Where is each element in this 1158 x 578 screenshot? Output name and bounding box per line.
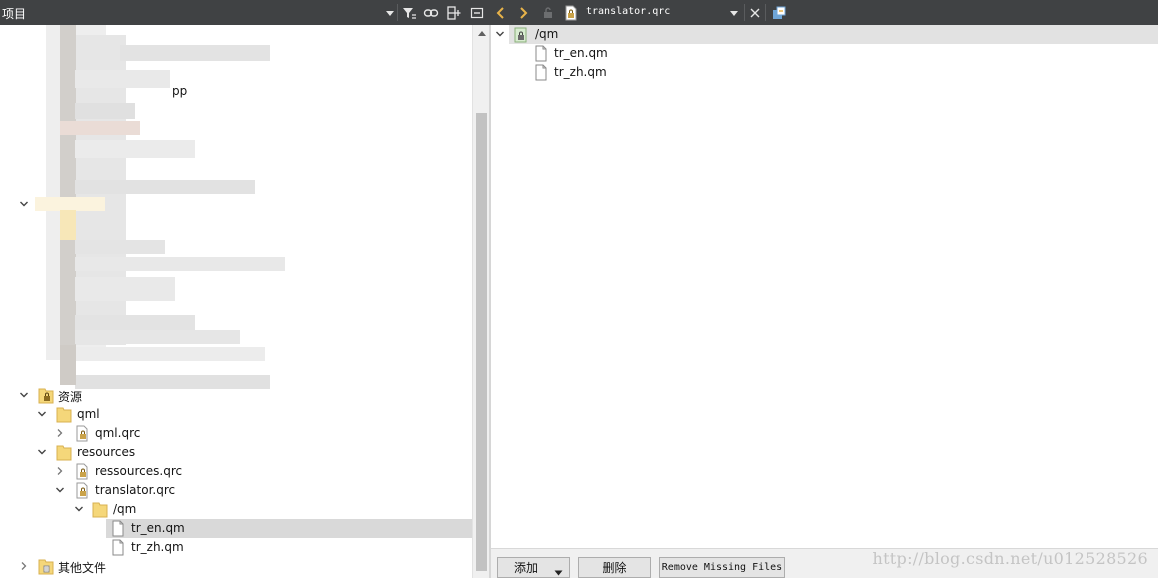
qrc-file-icon: [74, 425, 90, 442]
panel-title: 项目: [2, 7, 27, 21]
toolbar-separator: [744, 4, 745, 21]
qrc-file-icon: [562, 4, 579, 21]
editor-prefix-label: /qm: [535, 27, 559, 41]
scroll-up-arrow-icon[interactable]: [478, 31, 486, 36]
qrc-file-icon: [74, 482, 90, 499]
link-icon[interactable]: [422, 4, 439, 21]
tree-item-other-files[interactable]: 其他文件: [0, 557, 472, 576]
project-tree[interactable]: pp 资源 qml qml.qrc resources ressources.q…: [0, 25, 472, 578]
tree-item-qml-folder[interactable]: qml: [0, 405, 472, 424]
toolbar-separator: [397, 4, 398, 21]
editor-toolbar: translator.qrc: [490, 0, 1158, 25]
file-icon: [533, 64, 549, 81]
close-panel-icon[interactable]: [468, 4, 485, 21]
tree-item-tr-zh-qm[interactable]: tr_zh.qm: [106, 538, 472, 557]
nav-forward-icon[interactable]: [514, 4, 531, 21]
close-icon[interactable]: [746, 4, 763, 21]
resource-folder-icon: [38, 387, 54, 404]
project-panel-header: 项目: [0, 0, 490, 25]
file-icon: [110, 539, 126, 556]
tree-item-translator-qrc[interactable]: translator.qrc: [0, 481, 472, 500]
delete-button[interactable]: 删除: [578, 557, 651, 578]
chevron-down-icon[interactable]: [37, 409, 47, 419]
dropdown-arrow-icon[interactable]: [725, 4, 742, 21]
filter-icon[interactable]: [400, 4, 417, 21]
toolbar-separator: [765, 4, 766, 21]
split-view-icon[interactable]: [770, 4, 787, 21]
chevron-right-icon[interactable]: [55, 466, 65, 476]
tree-item-ressources-qrc[interactable]: ressources.qrc: [0, 462, 472, 481]
watermark: http://blog.csdn.net/u012528526: [872, 549, 1148, 568]
tree-item-tr-en-qm[interactable]: tr_en.qm: [106, 519, 472, 538]
chevron-down-icon[interactable]: [37, 447, 47, 457]
folder-icon: [92, 501, 108, 518]
scrollbar-thumb[interactable]: [476, 113, 487, 571]
resource-editor[interactable]: /qm tr_en.qm tr_zh.qm: [491, 25, 1158, 548]
dropdown-arrow-icon[interactable]: [554, 565, 563, 578]
tree-scrollbar[interactable]: [472, 25, 490, 578]
partial-label: pp: [172, 84, 188, 98]
file-icon: [533, 45, 549, 62]
qrc-file-icon: [74, 463, 90, 480]
editor-file-row[interactable]: tr_en.qm: [531, 44, 831, 63]
nav-back-icon[interactable]: [492, 4, 509, 21]
add-button[interactable]: 添加: [497, 557, 570, 578]
file-icon: [110, 520, 126, 537]
editor-prefix-row[interactable]: /qm: [509, 25, 1158, 44]
chevron-down-icon[interactable]: [74, 504, 84, 514]
chevron-right-icon[interactable]: [55, 428, 65, 438]
editor-button-bar: 添加 删除 Remove Missing Files http://blog.c…: [491, 548, 1158, 578]
chevron-down-icon[interactable]: [19, 199, 29, 209]
chevron-down-icon[interactable]: [19, 390, 29, 400]
remove-missing-files-button[interactable]: Remove Missing Files: [659, 557, 785, 578]
folder-icon: [56, 406, 72, 423]
resource-folder-icon: [513, 26, 529, 43]
folder-icon: [56, 444, 72, 461]
editor-file-row[interactable]: tr_zh.qm: [531, 63, 831, 82]
dropdown-arrow-icon[interactable]: [381, 4, 398, 21]
chevron-down-icon[interactable]: [55, 485, 65, 495]
chevron-down-icon[interactable]: [495, 29, 505, 39]
split-add-icon[interactable]: [445, 4, 462, 21]
tree-item-qm-prefix[interactable]: /qm: [0, 500, 472, 519]
obscured-region: [0, 25, 300, 390]
tree-item-resources-folder[interactable]: resources: [0, 443, 472, 462]
chevron-right-icon[interactable]: [19, 561, 29, 571]
other-files-folder-icon: [38, 558, 54, 575]
tree-item-resources-root[interactable]: 资源: [0, 386, 472, 405]
open-file-name[interactable]: translator.qrc: [586, 6, 670, 17]
lock-icon: [539, 4, 556, 21]
tree-item-qml-qrc[interactable]: qml.qrc: [0, 424, 472, 443]
